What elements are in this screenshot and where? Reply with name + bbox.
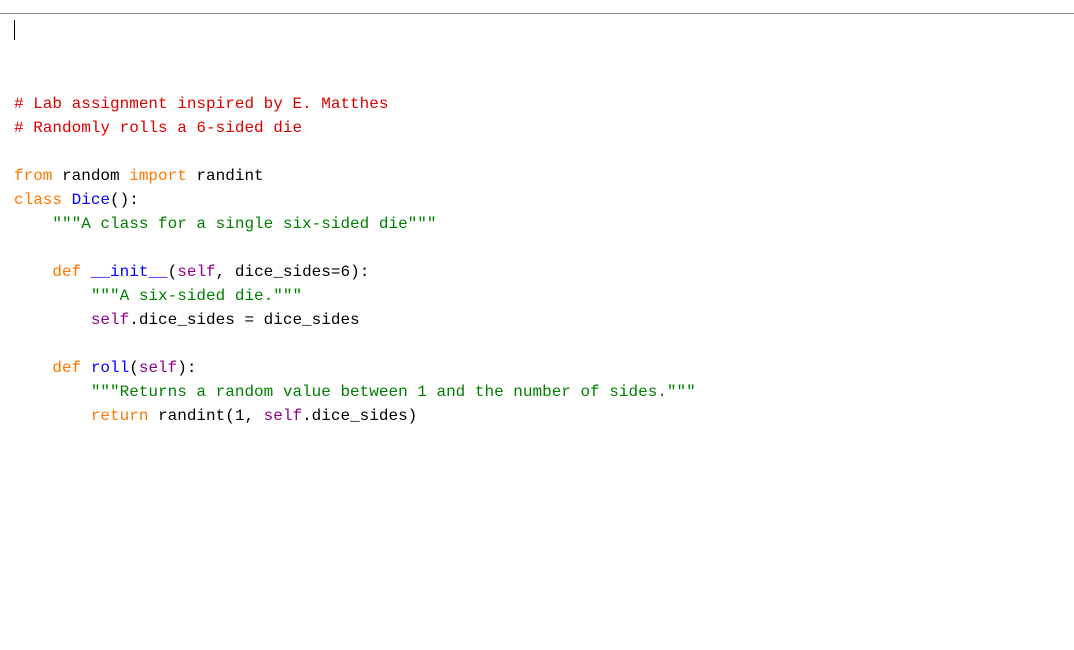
code-line: class Dice():: [14, 188, 1060, 212]
code-token: Dice: [72, 191, 110, 209]
code-token: (: [168, 263, 178, 281]
code-token: random: [52, 167, 129, 185]
code-token: .dice_sides): [302, 407, 417, 425]
code-line: [14, 332, 1060, 356]
code-token: return: [91, 407, 149, 425]
menu-bar[interactable]: [0, 0, 1074, 14]
text-cursor: [14, 20, 15, 40]
code-token: def: [52, 359, 81, 377]
code-token: [14, 287, 91, 305]
code-token: [14, 263, 52, 281]
code-token: , dice_sides=: [216, 263, 341, 281]
code-line: # Lab assignment inspired by E. Matthes: [14, 92, 1060, 116]
code-token: (: [129, 359, 139, 377]
code-token: """Returns a random value between 1 and …: [91, 383, 696, 401]
code-token: ):: [177, 359, 196, 377]
code-line: self.dice_sides = dice_sides: [14, 308, 1060, 332]
code-token: [14, 383, 91, 401]
code-token: self: [139, 359, 177, 377]
code-line: return randint(1, self.dice_sides): [14, 404, 1060, 428]
code-line: """Returns a random value between 1 and …: [14, 380, 1060, 404]
code-editor[interactable]: # Lab assignment inspired by E. Matthes #…: [0, 14, 1074, 458]
code-line: # Randomly rolls a 6-sided die: [14, 116, 1060, 140]
code-token: .dice_sides = dice_sides: [129, 311, 359, 329]
code-token: """A six-sided die.""": [91, 287, 302, 305]
code-token: randint(: [148, 407, 234, 425]
code-line: from random import randint: [14, 164, 1060, 188]
code-line: [14, 236, 1060, 260]
code-line: """A class for a single six-sided die""": [14, 212, 1060, 236]
code-token: [14, 311, 91, 329]
code-content: # Lab assignment inspired by E. Matthes #…: [14, 92, 1060, 428]
code-token: from: [14, 167, 52, 185]
code-token: # Randomly rolls a 6-sided die: [14, 119, 302, 137]
code-token: 6: [340, 263, 350, 281]
code-token: [14, 407, 91, 425]
code-token: import: [129, 167, 187, 185]
code-token: class: [14, 191, 62, 209]
code-token: randint: [187, 167, 264, 185]
code-token: self: [177, 263, 215, 281]
code-token: roll: [91, 359, 129, 377]
code-token: self: [91, 311, 129, 329]
code-token: [62, 191, 72, 209]
code-token: ):: [350, 263, 369, 281]
code-token: ():: [110, 191, 139, 209]
code-token: [81, 359, 91, 377]
code-line: def __init__(self, dice_sides=6):: [14, 260, 1060, 284]
code-line: def roll(self):: [14, 356, 1060, 380]
code-token: # Lab assignment inspired by E. Matthes: [14, 95, 388, 113]
code-line: """A six-sided die.""": [14, 284, 1060, 308]
code-token: [81, 263, 91, 281]
code-token: __init__: [91, 263, 168, 281]
code-token: ,: [244, 407, 263, 425]
code-token: [14, 359, 52, 377]
code-token: self: [264, 407, 302, 425]
code-token: [14, 215, 52, 233]
code-line: [14, 140, 1060, 164]
code-token: 1: [235, 407, 245, 425]
code-token: """A class for a single six-sided die""": [52, 215, 436, 233]
code-token: def: [52, 263, 81, 281]
